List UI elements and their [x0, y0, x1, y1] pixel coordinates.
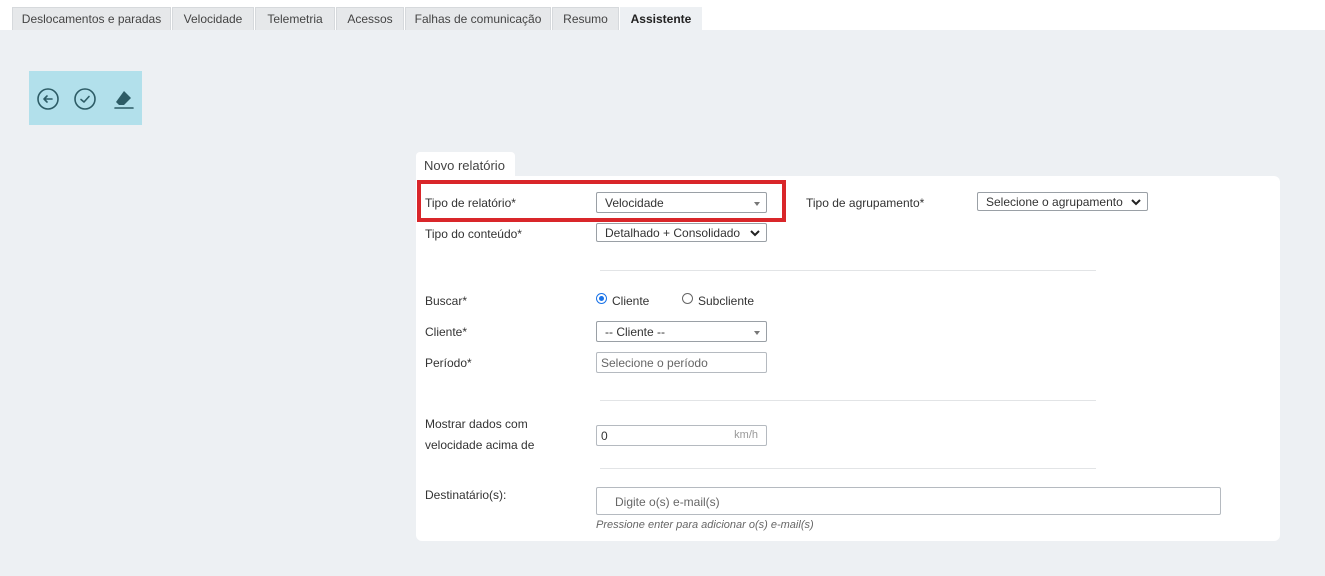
radio-cliente-label[interactable]: Cliente [612, 294, 649, 308]
recipients-label: Destinatário(s): [425, 488, 507, 502]
radio-subcliente[interactable] [682, 293, 693, 304]
chevron-down-icon [750, 230, 760, 237]
tab-falhas[interactable]: Falhas de comunicação [405, 7, 551, 30]
grouping-type-label: Tipo de agrupamento* [806, 196, 925, 210]
radio-cliente[interactable] [596, 293, 607, 304]
tab-deslocamentos[interactable]: Deslocamentos e paradas [12, 7, 171, 30]
content-type-label: Tipo do conteúdo* [425, 227, 522, 241]
section-divider [600, 270, 1096, 271]
tab-resumo[interactable]: Resumo [552, 7, 619, 30]
recipients-input[interactable]: Digite o(s) e-mail(s) [596, 487, 1221, 515]
client-label: Cliente* [425, 325, 468, 339]
report-tabs: Deslocamentos e paradas Velocidade Telem… [0, 0, 1325, 30]
clear-button[interactable] [110, 86, 136, 112]
back-icon [37, 88, 59, 110]
recipients-hint: Pressione enter para adicionar o(s) e-ma… [596, 519, 814, 531]
period-label: Período* [425, 356, 472, 370]
period-placeholder: Selecione o período [601, 356, 708, 370]
confirm-button[interactable] [72, 86, 98, 112]
client-select[interactable]: -- Cliente -- [596, 321, 767, 342]
tab-telemetria[interactable]: Telemetria [255, 7, 335, 30]
tab-acessos[interactable]: Acessos [336, 7, 404, 30]
content-type-select[interactable]: Detalhado + Consolidado [596, 223, 767, 242]
panel-title: Novo relatório [416, 152, 515, 177]
section-divider [600, 400, 1096, 401]
speed-label-line1: Mostrar dados com [425, 417, 528, 431]
grouping-type-select[interactable]: Selecione o agrupamento [977, 192, 1148, 211]
action-toolbar [29, 71, 142, 125]
search-label: Buscar* [425, 294, 468, 308]
tab-assistente[interactable]: Assistente [620, 7, 702, 30]
radio-subcliente-label[interactable]: Subcliente [698, 294, 754, 308]
check-icon [74, 88, 96, 110]
highlight-box [417, 180, 786, 222]
caret-down-icon [754, 331, 760, 335]
speed-label-line2: velocidade acima de [425, 438, 535, 452]
content-type-value: Detalhado + Consolidado [605, 226, 741, 240]
period-input[interactable]: Selecione o período [596, 352, 767, 373]
recipients-placeholder: Digite o(s) e-mail(s) [615, 495, 720, 509]
chevron-down-icon [1131, 199, 1141, 206]
tab-velocidade[interactable]: Velocidade [172, 7, 254, 30]
eraser-icon [114, 91, 134, 109]
speed-unit: km/h [734, 429, 758, 441]
speed-value: 0 [601, 429, 608, 443]
client-value: -- Cliente -- [605, 325, 666, 339]
grouping-type-value: Selecione o agrupamento [986, 195, 1123, 209]
back-button[interactable] [35, 86, 61, 112]
section-divider [600, 468, 1096, 469]
speed-input[interactable]: 0 km/h [596, 425, 767, 446]
